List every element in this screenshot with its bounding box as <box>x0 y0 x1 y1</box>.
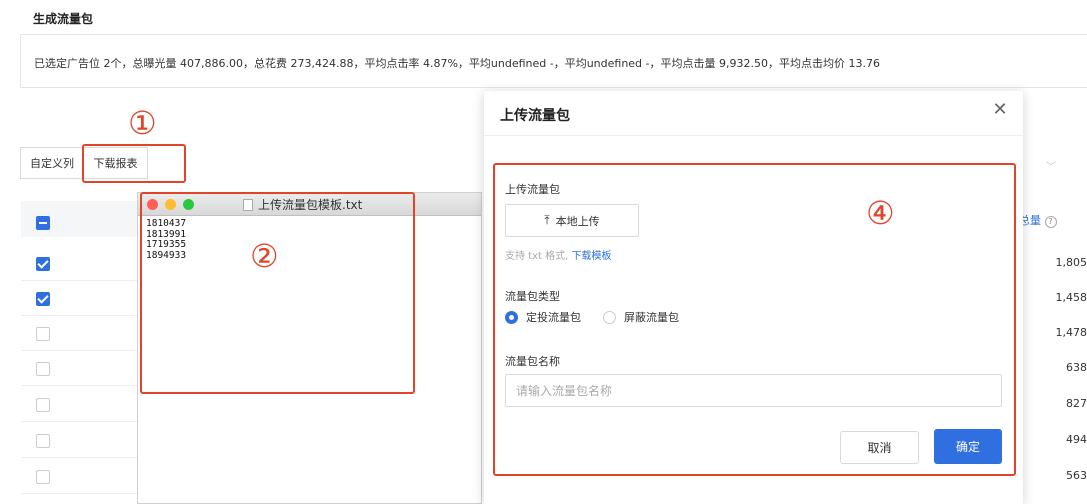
annotation-2: ② <box>250 237 279 275</box>
row-divider <box>21 385 141 386</box>
close-icon[interactable]: ✕ <box>990 100 1010 120</box>
row-checkbox[interactable] <box>36 257 50 271</box>
annotation-1: ① <box>128 104 157 142</box>
row-divider <box>21 315 141 316</box>
row-divider <box>21 280 141 281</box>
annotation-4: ④ <box>866 194 895 232</box>
row-checkbox[interactable] <box>36 362 50 376</box>
modal-divider <box>484 135 1023 136</box>
annotation-box-4 <box>493 163 1016 476</box>
row-checkbox[interactable] <box>36 327 50 341</box>
annotation-box-2 <box>140 192 415 394</box>
row-divider <box>21 493 141 494</box>
right-column-cell: 1,458 <box>1055 291 1087 304</box>
row-divider <box>21 457 141 458</box>
row-checkbox[interactable] <box>36 470 50 484</box>
summary-panel: 已选定广告位 2个，总曝光量 407,886.00，总花费 273,424.88… <box>20 34 1087 88</box>
right-column-cell: 563 <box>1066 469 1087 482</box>
summary-text: 已选定广告位 2个，总曝光量 407,886.00，总花费 273,424.88… <box>34 57 880 70</box>
annotation-box-1 <box>82 144 186 183</box>
custom-columns-button[interactable]: 自定义列 <box>20 147 84 179</box>
row-checkbox[interactable] <box>36 292 50 306</box>
row-checkbox[interactable] <box>36 398 50 412</box>
help-icon[interactable]: ? <box>1044 216 1057 228</box>
row-checkbox[interactable] <box>36 434 50 448</box>
right-column-cell: 827 <box>1066 397 1087 410</box>
select-all-checkbox[interactable] <box>36 216 50 230</box>
row-divider <box>21 350 141 351</box>
right-column-header: 总量 ? <box>1019 212 1057 228</box>
page-title: 生成流量包 <box>33 12 94 26</box>
right-column-cell: 1,478 <box>1055 326 1087 339</box>
right-column-cell: 638 <box>1066 361 1087 374</box>
row-divider <box>21 421 141 422</box>
right-column-cell: 494 <box>1066 433 1087 446</box>
right-column-cell: 1,805 <box>1055 256 1087 269</box>
modal-title: 上传流量包 <box>500 108 570 124</box>
chevron-down-icon[interactable]: ﹀ <box>1046 158 1056 173</box>
